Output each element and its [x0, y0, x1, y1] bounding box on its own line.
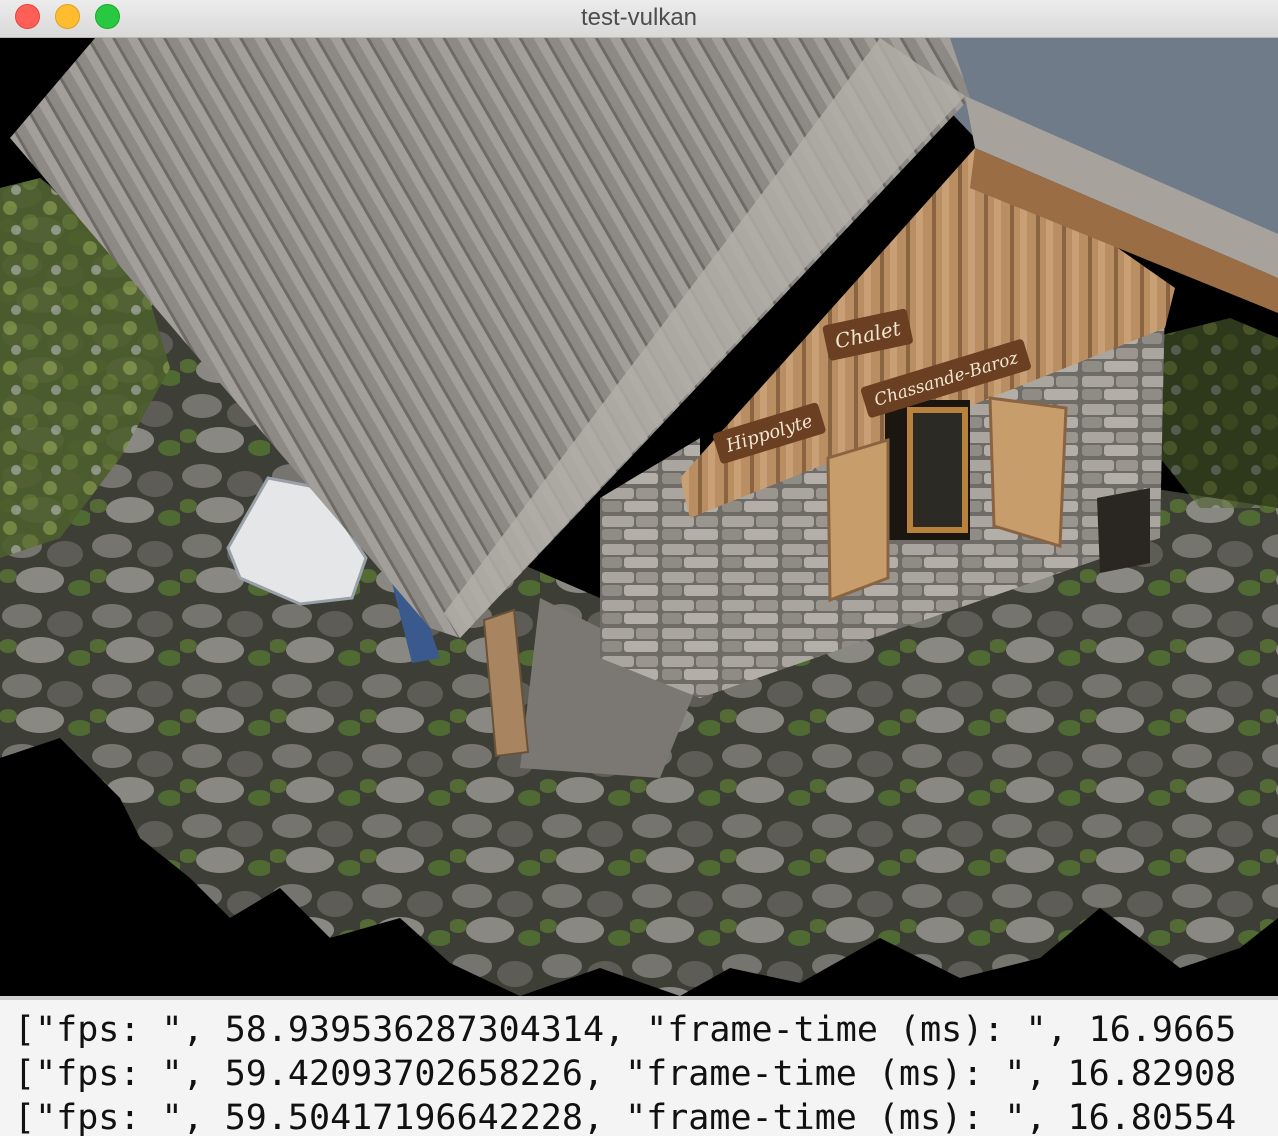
scene-render: Chalet Chassande-Baroz Hippolyte — [0, 38, 1278, 996]
log-line: ["fps: ", 58.939536287304314, "frame-tim… — [14, 1010, 1237, 1050]
left-shutter — [826, 437, 890, 603]
log-line: ["fps: ", 59.42093702658226, "frame-time… — [14, 1054, 1237, 1094]
render-viewport[interactable]: Chalet Chassande-Baroz Hippolyte — [0, 38, 1278, 996]
right-shutter — [988, 396, 1068, 548]
window-titlebar[interactable]: test-vulkan — [0, 0, 1278, 38]
window-title: test-vulkan — [580, 4, 698, 31]
console-output[interactable]: ["fps: ", 58.939536287304314, "frame-tim… — [0, 1000, 1278, 1136]
grass-patch-right — [1150, 318, 1278, 508]
log-line: ["fps: ", 59.50417196642228, "frame-time… — [14, 1098, 1237, 1136]
